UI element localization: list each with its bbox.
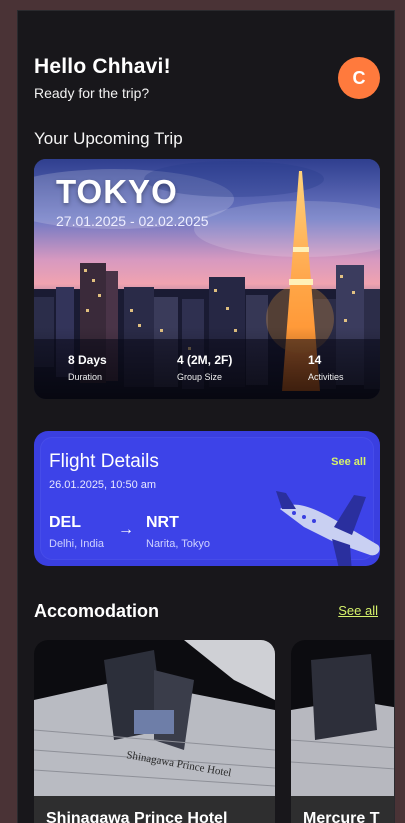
header: Hello Chhavi! Ready for the trip? C <box>34 55 380 105</box>
arrow-right-icon: → <box>118 521 134 538</box>
stat-label: Group Size <box>177 372 223 382</box>
accommodation-see-all-link[interactable]: See all <box>338 603 378 618</box>
destination-place: Narita, Tokyo <box>146 538 210 550</box>
trip-dates: 27.01.2025 - 02.02.2025 <box>56 213 209 229</box>
flight-datetime: 26.01.2025, 10:50 am <box>49 479 157 491</box>
hotel-photo: Shinagawa Prince Hotel <box>34 640 275 800</box>
origin-code: DEL <box>49 514 81 531</box>
stat-label: Activities <box>308 372 344 382</box>
accommodation-title: Accomodation <box>34 601 160 621</box>
hotel-card[interactable]: Mercure T <box>291 640 394 823</box>
trip-city: TOKYO <box>56 173 178 210</box>
flight-see-all-link[interactable]: See all <box>331 456 366 468</box>
hotel-card[interactable]: Shinagawa Prince Hotel Shinagawa Prince … <box>34 640 275 823</box>
stat-value: 4 (2M, 2F) <box>177 353 233 367</box>
airplane-icon <box>276 491 380 566</box>
upcoming-trip-title: Your Upcoming Trip <box>34 129 183 148</box>
avatar[interactable]: C <box>338 57 380 99</box>
stat-group-size: 4 (2M, 2F) Group Size <box>177 353 232 382</box>
app-screen: Hello Chhavi! Ready for the trip? C Your… <box>17 10 395 823</box>
flight-details-card[interactable]: Flight Details See all 26.01.2025, 10:50… <box>34 431 380 566</box>
hotel-name: Shinagawa Prince Hotel <box>34 796 275 823</box>
hotel-name: Mercure T <box>291 796 394 823</box>
greeting-title: Hello Chhavi! <box>34 55 171 78</box>
stat-activities: 14 Activities <box>308 353 344 382</box>
upcoming-trip-card[interactable]: TOKYO 27.01.2025 - 02.02.2025 8 Days Dur… <box>34 159 380 399</box>
stat-value: 14 <box>308 353 322 367</box>
stat-label: Duration <box>68 372 103 382</box>
stat-duration: 8 Days Duration <box>68 353 107 382</box>
hotel-photo <box>291 640 394 800</box>
destination-code: NRT <box>146 514 179 531</box>
stat-value: 8 Days <box>68 353 107 367</box>
greeting-subtitle: Ready for the trip? <box>34 85 150 101</box>
origin-place: Delhi, India <box>49 538 105 550</box>
flight-title: Flight Details <box>49 451 159 472</box>
